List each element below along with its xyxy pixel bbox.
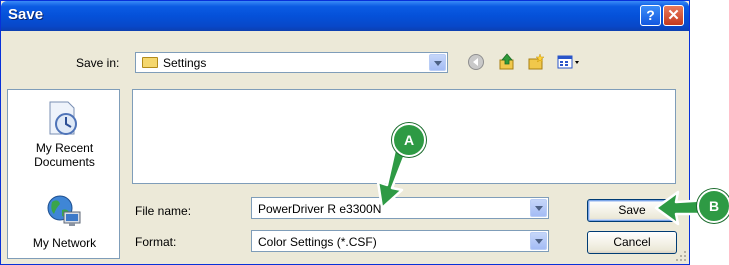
places-item-recent-documents[interactable]: My Recent Documents [8,90,119,178]
recent-documents-icon [49,101,77,135]
folder-icon [142,57,158,68]
callout-a-badge: A [392,123,426,157]
network-globe-icon [47,195,81,226]
places-bar: My Recent Documents My Network [7,89,120,259]
chevron-down-icon[interactable] [530,199,547,217]
window-title: Save [8,6,44,23]
back-icon[interactable] [467,53,485,71]
title-bar[interactable]: Save ? ✕ [1,1,689,31]
places-item-my-network[interactable]: My Network [8,190,119,258]
help-button[interactable]: ? [640,5,661,26]
callout-b-badge: B [697,189,729,223]
format-value: Color Settings (*.CSF) [258,235,377,249]
places-label-recent: My Recent Documents [34,141,95,169]
chevron-down-icon[interactable] [429,54,446,71]
file-name-value: PowerDriver R e3300N [258,202,382,216]
format-label: Format: [135,235,177,249]
new-folder-icon[interactable] [527,53,545,71]
save-dialog: Save ? ✕ Save in: Settings My Recent Doc… [0,0,690,265]
views-menu-icon[interactable] [557,53,581,71]
places-label-network: My Network [32,236,97,250]
save-in-value: Settings [163,56,207,70]
close-button[interactable]: ✕ [663,5,684,26]
format-dropdown[interactable]: Color Settings (*.CSF) [251,230,549,252]
cancel-button[interactable]: Cancel [587,231,677,254]
save-in-label: Save in: [76,56,120,70]
resize-grip-icon[interactable] [675,250,687,262]
save-in-dropdown[interactable]: Settings [135,52,448,73]
chevron-down-icon[interactable] [530,232,547,250]
up-folder-icon[interactable] [498,53,516,71]
file-name-label: File name: [135,204,192,218]
